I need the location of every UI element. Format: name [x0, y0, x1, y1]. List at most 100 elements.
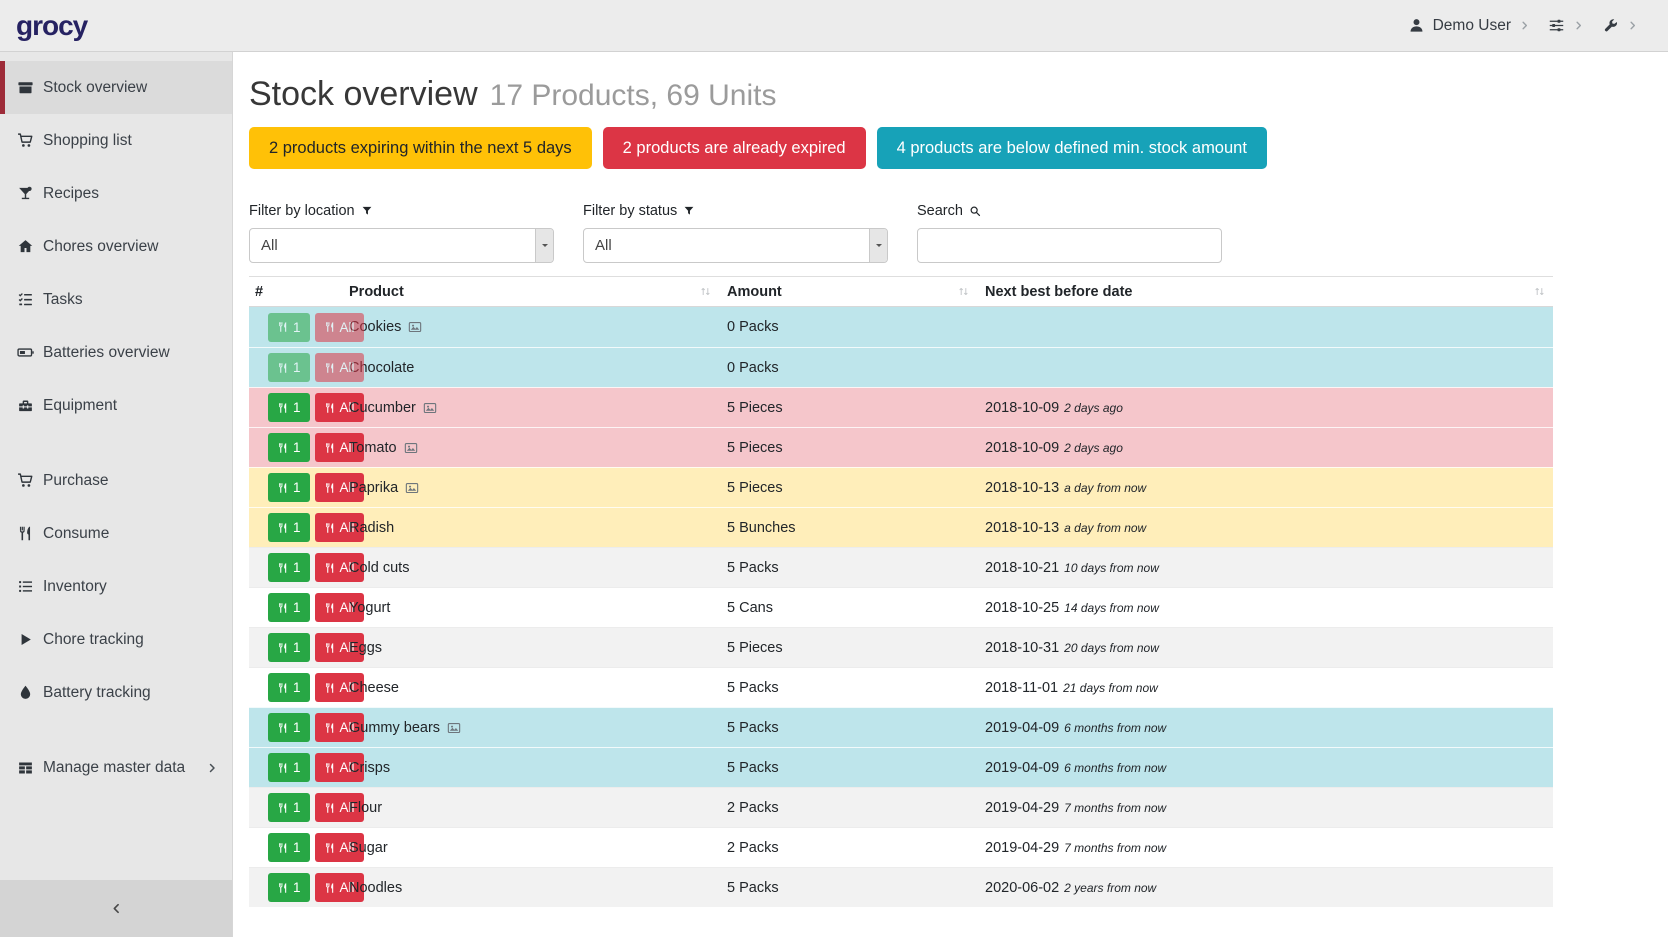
- bbd-date: 2018-10-09: [985, 440, 1059, 456]
- utensils-icon: [277, 602, 289, 614]
- top-navbar: grocy Demo User: [0, 0, 1668, 52]
- sidebar-item-consume[interactable]: Consume: [0, 507, 232, 560]
- amount-cell: 5 Cans: [727, 600, 985, 616]
- bbd-note: 2 days ago: [1064, 441, 1123, 455]
- admin-menu[interactable]: [1602, 17, 1638, 34]
- consume-one-button[interactable]: 1: [268, 713, 310, 742]
- search-icon: [969, 205, 981, 217]
- utensils-icon: [324, 722, 336, 734]
- status-filter-select[interactable]: All: [583, 228, 888, 263]
- utensils-icon: [324, 602, 336, 614]
- consume-one-button[interactable]: 1: [268, 433, 310, 462]
- utensils-icon: [277, 802, 289, 814]
- bbd-note: 2 years from now: [1064, 881, 1156, 895]
- table-row: 1 All Cheese 5 Packs 2018-11-01 21 days …: [249, 667, 1553, 707]
- consume-one-button[interactable]: 1: [268, 553, 310, 582]
- product-image-icon: [447, 721, 461, 735]
- play-icon: [17, 631, 34, 648]
- app-logo[interactable]: grocy: [16, 10, 87, 42]
- bbd-note: 2 days ago: [1064, 401, 1123, 415]
- table-header: # Product Amount Next best before date: [249, 276, 1553, 307]
- sidebar-nav: Stock overview Shopping list Recipes Cho…: [0, 52, 232, 794]
- table-body: 1 All Cookies 0 Packs 1 All: [249, 307, 1553, 907]
- location-filter-select[interactable]: All: [249, 228, 554, 263]
- home-icon: [17, 238, 34, 255]
- consume-one-button[interactable]: 1: [268, 673, 310, 702]
- product-name: Cold cuts: [349, 560, 409, 576]
- bbd-date: 2020-06-02: [985, 880, 1059, 896]
- sidebar-item-battery-tracking[interactable]: Battery tracking: [0, 666, 232, 719]
- sidebar-item-chores-overview[interactable]: Chores overview: [0, 220, 232, 273]
- amount-cell: 5 Pieces: [727, 400, 985, 416]
- amount-cell: 5 Pieces: [727, 480, 985, 496]
- consume-one-button[interactable]: 1: [268, 393, 310, 422]
- sort-icon: [956, 284, 971, 299]
- utensils-icon: [277, 842, 289, 854]
- product-name: Radish: [349, 520, 394, 536]
- sidebar-item-chore-tracking[interactable]: Chore tracking: [0, 613, 232, 666]
- consume-one-button: 1: [268, 353, 310, 382]
- table-row: 1 All Radish 5 Bunches 2018-10-13 a day …: [249, 507, 1553, 547]
- consume-one-button[interactable]: 1: [268, 473, 310, 502]
- amount-cell: 5 Bunches: [727, 520, 985, 536]
- expiring-alert-button[interactable]: 2 products expiring within the next 5 da…: [249, 127, 592, 169]
- utensils-icon: [277, 482, 289, 494]
- chevron-left-icon: [110, 902, 123, 915]
- consume-one-button[interactable]: 1: [268, 633, 310, 662]
- product-name: Sugar: [349, 840, 388, 856]
- utensils-icon: [324, 321, 336, 333]
- search-group: Search: [917, 202, 1222, 263]
- sidebar-item-tasks[interactable]: Tasks: [0, 273, 232, 326]
- expired-alert-button[interactable]: 2 products are already expired: [603, 127, 866, 169]
- status-filter-label: Filter by status: [583, 203, 677, 219]
- consume-one-button[interactable]: 1: [268, 513, 310, 542]
- consume-one-button[interactable]: 1: [268, 753, 310, 782]
- utensils-icon: [277, 722, 289, 734]
- utensils-icon: [324, 682, 336, 694]
- funnel-icon: [683, 205, 695, 217]
- settings-menu[interactable]: [1548, 17, 1584, 34]
- sidebar-item-purchase[interactable]: Purchase: [0, 454, 232, 507]
- consume-one-button[interactable]: 1: [268, 793, 310, 822]
- column-header-bbd[interactable]: Next best before date: [985, 284, 1553, 300]
- table-icon: [17, 759, 34, 776]
- bbd-date: 2018-10-09: [985, 400, 1059, 416]
- table-row: 1 All Flour 2 Packs 2019-04-29 7 months …: [249, 787, 1553, 827]
- sidebar-item-batteries-overview[interactable]: Batteries overview: [0, 326, 232, 379]
- product-name: Cheese: [349, 680, 399, 696]
- utensils-icon: [277, 642, 289, 654]
- column-header-amount[interactable]: Amount: [727, 284, 985, 300]
- column-header-number: #: [255, 284, 349, 300]
- cocktail-icon: [17, 185, 34, 202]
- sidebar-item-equipment[interactable]: Equipment: [0, 379, 232, 432]
- wrench-icon: [1602, 17, 1619, 34]
- consume-all-button: All: [315, 313, 364, 342]
- sidebar-item-stock-overview[interactable]: Stock overview: [0, 61, 232, 114]
- user-menu[interactable]: Demo User: [1408, 17, 1530, 35]
- table-row: 1 All Cucumber 5 Pieces 2018-10-09 2 day…: [249, 387, 1553, 427]
- utensils-icon: [17, 525, 34, 542]
- sidebar-collapse-button[interactable]: [0, 880, 232, 937]
- utensils-icon: [277, 562, 289, 574]
- table-row: 1 All Chocolate 0 Packs: [249, 347, 1553, 387]
- search-input[interactable]: [917, 228, 1222, 263]
- chevron-right-icon: [206, 762, 218, 774]
- amount-cell: 5 Packs: [727, 560, 985, 576]
- sidebar-item-shopping-list[interactable]: Shopping list: [0, 114, 232, 167]
- consume-one-button: 1: [268, 313, 310, 342]
- sidebar-item-recipes[interactable]: Recipes: [0, 167, 232, 220]
- consume-one-button[interactable]: 1: [268, 873, 310, 902]
- amount-cell: 2 Packs: [727, 800, 985, 816]
- consume-one-button[interactable]: 1: [268, 833, 310, 862]
- amount-cell: 5 Packs: [727, 680, 985, 696]
- bbd-date: 2019-04-09: [985, 720, 1059, 736]
- table-row: 1 All Tomato 5 Pieces 2018-10-09 2 days …: [249, 427, 1553, 467]
- consume-one-button[interactable]: 1: [268, 593, 310, 622]
- amount-cell: 5 Packs: [727, 720, 985, 736]
- column-header-product[interactable]: Product: [349, 284, 727, 300]
- below-min-stock-alert-button[interactable]: 4 products are below defined min. stock …: [877, 127, 1267, 169]
- bbd-note: a day from now: [1064, 521, 1146, 535]
- sidebar-item-manage-master-data[interactable]: Manage master data: [0, 741, 232, 794]
- consume-all-button: All: [315, 353, 364, 382]
- sidebar-item-inventory[interactable]: Inventory: [0, 560, 232, 613]
